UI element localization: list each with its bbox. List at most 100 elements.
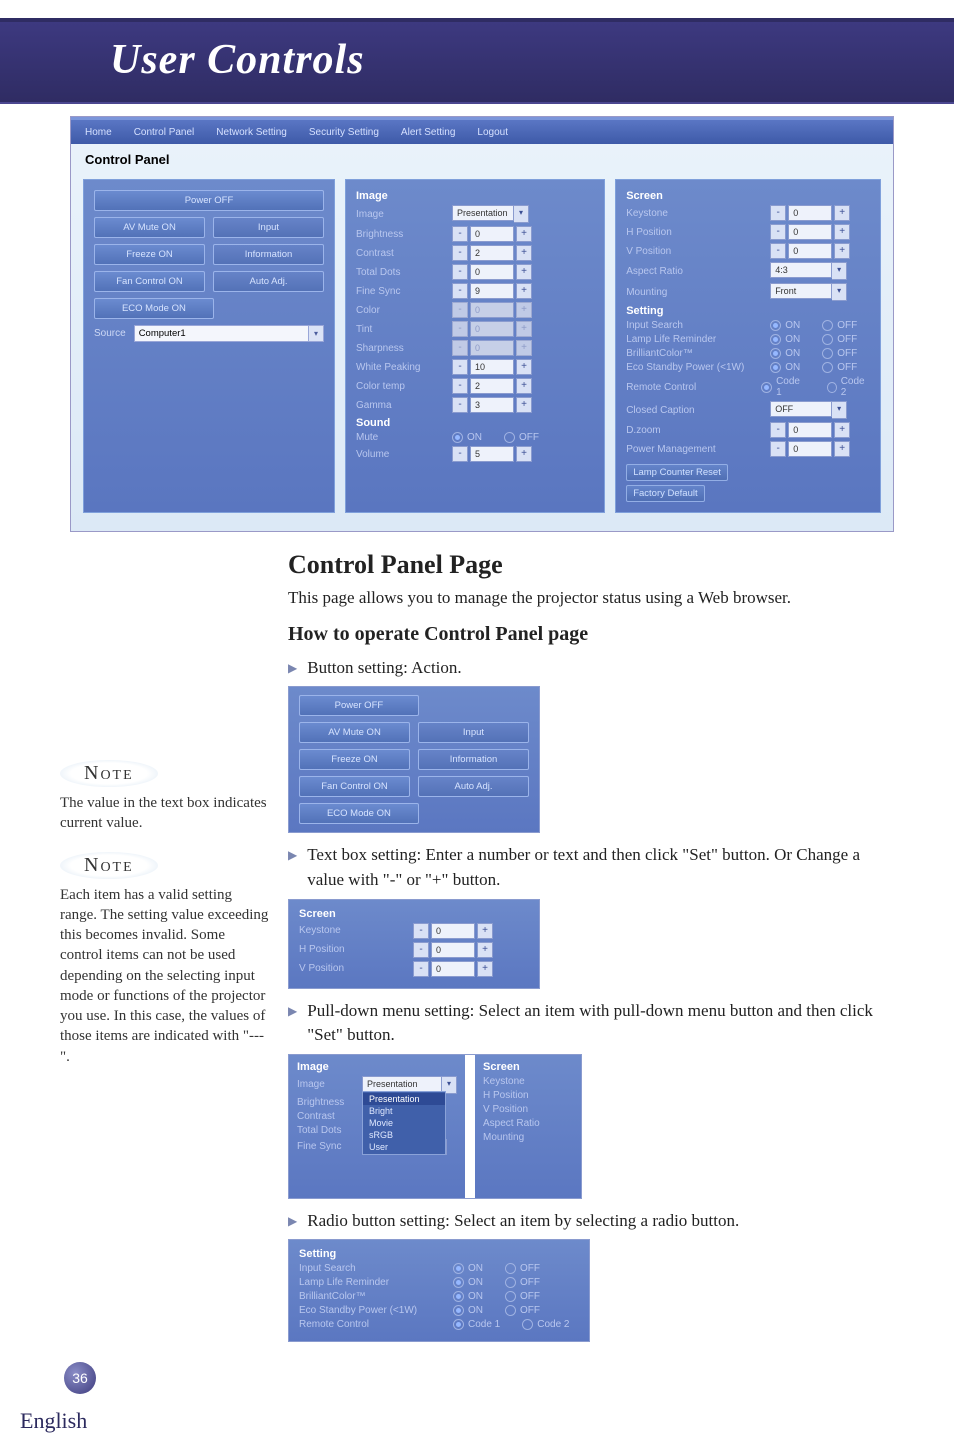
tab-home[interactable]: Home (85, 127, 112, 138)
radio-icon[interactable] (761, 382, 772, 393)
dropdown-option[interactable]: Bright (363, 1105, 445, 1117)
radio-icon[interactable] (505, 1263, 516, 1274)
information-button[interactable]: Information (213, 244, 324, 265)
minus-button[interactable]: - (452, 226, 468, 242)
input-button[interactable]: Input (418, 722, 529, 743)
input-button[interactable]: Input (213, 217, 324, 238)
chevron-down-icon[interactable]: ▾ (514, 205, 529, 223)
radio-icon[interactable] (504, 432, 515, 443)
minus-button[interactable]: - (452, 245, 468, 261)
tab-alert[interactable]: Alert Setting (401, 127, 455, 138)
minus-button[interactable]: - (413, 961, 429, 977)
plus-button[interactable]: + (516, 378, 532, 394)
radio-icon[interactable] (453, 1319, 464, 1330)
plus-button[interactable]: + (516, 264, 532, 280)
minus-button[interactable]: - (452, 378, 468, 394)
plus-button[interactable]: + (834, 243, 850, 259)
aspect-value[interactable]: 4:3 (770, 262, 832, 278)
factory-default-button[interactable]: Factory Default (626, 485, 704, 502)
cc-value[interactable]: OFF (770, 401, 832, 417)
brightness-value[interactable]: 0 (470, 226, 514, 242)
dropdown-option[interactable]: Presentation (363, 1093, 445, 1105)
dropdown-option[interactable]: sRGB (363, 1129, 445, 1141)
colortemp-value[interactable]: 2 (470, 378, 514, 394)
dropdown-list[interactable]: Presentation Bright Movie sRGB User (362, 1091, 446, 1155)
tab-control-panel[interactable]: Control Panel (134, 127, 195, 138)
plus-button[interactable]: + (834, 422, 850, 438)
pm-value[interactable]: 0 (788, 441, 832, 457)
plus-button[interactable]: + (516, 283, 532, 299)
plus-button[interactable]: + (834, 441, 850, 457)
radio-icon[interactable] (770, 348, 781, 359)
chevron-down-icon[interactable]: ▾ (309, 325, 324, 342)
av-mute-button[interactable]: AV Mute ON (94, 217, 205, 238)
dropdown-option[interactable]: User (363, 1141, 445, 1153)
gamma-value[interactable]: 3 (470, 397, 514, 413)
plus-button[interactable]: + (516, 226, 532, 242)
tab-logout[interactable]: Logout (477, 127, 508, 138)
radio-icon[interactable] (770, 334, 781, 345)
contrast-value[interactable]: 2 (470, 245, 514, 261)
minus-button[interactable]: - (452, 264, 468, 280)
minus-button[interactable]: - (770, 243, 786, 259)
plus-button[interactable]: + (834, 224, 850, 240)
dzoom-value[interactable]: 0 (788, 422, 832, 438)
tab-network[interactable]: Network Setting (216, 127, 287, 138)
freeze-button[interactable]: Freeze ON (94, 244, 205, 265)
chevron-down-icon[interactable]: ▾ (832, 401, 847, 419)
plus-button[interactable]: + (516, 359, 532, 375)
minus-button[interactable]: - (452, 283, 468, 299)
power-off-button[interactable]: Power OFF (94, 190, 324, 211)
av-mute-button[interactable]: AV Mute ON (299, 722, 410, 743)
keystone-value[interactable]: 0 (788, 205, 832, 221)
whitepeaking-value[interactable]: 10 (470, 359, 514, 375)
minus-button[interactable]: - (413, 923, 429, 939)
chevron-down-icon[interactable]: ▾ (832, 262, 847, 280)
eco-mode-button[interactable]: ECO Mode ON (299, 803, 419, 824)
mounting-value[interactable]: Front (770, 283, 832, 299)
minus-button[interactable]: - (413, 942, 429, 958)
finesync-value[interactable]: 9 (470, 283, 514, 299)
image-mode-value[interactable]: Presentation (452, 205, 514, 221)
totaldots-value[interactable]: 0 (470, 264, 514, 280)
radio-icon[interactable] (505, 1277, 516, 1288)
plus-button[interactable]: + (477, 961, 493, 977)
lamp-reset-button[interactable]: Lamp Counter Reset (626, 464, 728, 481)
radio-icon[interactable] (522, 1319, 533, 1330)
minus-button[interactable]: - (770, 224, 786, 240)
chevron-down-icon[interactable]: ▾ (832, 283, 847, 301)
fan-control-button[interactable]: Fan Control ON (299, 776, 410, 797)
source-input[interactable] (134, 325, 309, 342)
minus-button[interactable]: - (452, 397, 468, 413)
hpos-value[interactable]: 0 (788, 224, 832, 240)
radio-icon[interactable] (770, 362, 781, 373)
minus-button[interactable]: - (770, 205, 786, 221)
plus-button[interactable]: + (477, 942, 493, 958)
freeze-button[interactable]: Freeze ON (299, 749, 410, 770)
eco-mode-button[interactable]: ECO Mode ON (94, 298, 214, 319)
radio-icon[interactable] (822, 348, 833, 359)
radio-icon[interactable] (827, 382, 837, 393)
radio-icon[interactable] (453, 1305, 464, 1316)
minus-button[interactable]: - (452, 359, 468, 375)
minus-button[interactable]: - (770, 422, 786, 438)
fan-control-button[interactable]: Fan Control ON (94, 271, 205, 292)
radio-icon[interactable] (770, 320, 781, 331)
dropdown-option[interactable]: Movie (363, 1117, 445, 1129)
radio-icon[interactable] (453, 1263, 464, 1274)
plus-button[interactable]: + (516, 397, 532, 413)
radio-icon[interactable] (505, 1291, 516, 1302)
plus-button[interactable]: + (516, 446, 532, 462)
radio-icon[interactable] (505, 1305, 516, 1316)
vpos-value[interactable]: 0 (788, 243, 832, 259)
auto-adj-button[interactable]: Auto Adj. (418, 776, 529, 797)
radio-icon[interactable] (822, 320, 833, 331)
minus-button[interactable]: - (452, 446, 468, 462)
auto-adj-button[interactable]: Auto Adj. (213, 271, 324, 292)
radio-icon[interactable] (453, 1291, 464, 1302)
radio-icon[interactable] (822, 362, 833, 373)
information-button[interactable]: Information (418, 749, 529, 770)
tab-security[interactable]: Security Setting (309, 127, 379, 138)
plus-button[interactable]: + (834, 205, 850, 221)
radio-icon[interactable] (453, 1277, 464, 1288)
